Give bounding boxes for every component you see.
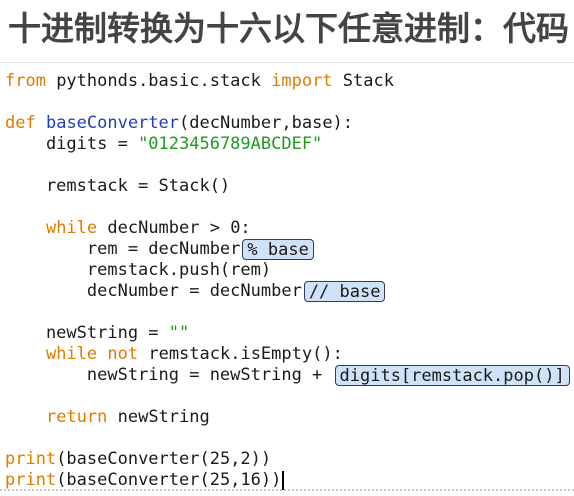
code-line-2: def baseConverter(decNumber,base): (5, 113, 353, 134)
keyword-while: while (45, 344, 98, 364)
code-line-3: digits = "0123456789ABCDEF" (5, 134, 322, 155)
code-text: Stack (332, 71, 394, 91)
code-text: newString (107, 407, 210, 427)
text-cursor (282, 470, 285, 490)
slide-title: 十进制转换为十六以下任意进制：代码 (8, 9, 569, 48)
code-text: decNumber = decNumber (5, 281, 302, 301)
code-line-5: while decNumber > 0: (5, 218, 251, 239)
code-text: decNumber > 0: (97, 218, 251, 238)
code-text: newString = (5, 323, 169, 343)
string-literal: "0123456789ABCDEF" (138, 134, 323, 154)
highlight-modulo[interactable]: % base (242, 239, 314, 260)
function-name: baseConverter (45, 113, 180, 133)
code-line-6: rem = decNumber% base (5, 239, 314, 260)
code-text: pythonds.basic.stack (45, 71, 272, 91)
code-text: (decNumber,base): (179, 113, 354, 133)
code-line-4: remstack = Stack() (5, 176, 230, 197)
divider (0, 489, 574, 491)
builtin-print: print (5, 449, 57, 469)
keyword-def: def (5, 113, 36, 133)
keyword-import: import (271, 71, 333, 91)
code-text: newString = newString + (5, 365, 333, 385)
string-literal: "" (168, 323, 190, 343)
code-line-12: return newString (5, 407, 210, 428)
builtin-print: print (5, 470, 57, 490)
code-line-13: print(baseConverter(25,2)) (5, 449, 271, 470)
keyword-while: while (45, 218, 98, 238)
highlight-floor-divide[interactable]: // base (303, 281, 386, 302)
code-text: remstack.push(rem) (5, 260, 272, 280)
code-line-14: print(baseConverter(25,16)) (5, 470, 285, 491)
keyword-from: from (5, 71, 46, 91)
code-editor[interactable]: from pythonds.basic.stack import Stack d… (0, 62, 574, 491)
code-line-8: decNumber = decNumber// base (5, 281, 386, 302)
code-line-11: newString = newString + digits[remstack.… (5, 365, 570, 386)
code-text: digits = (5, 134, 139, 154)
highlight-digits-lookup[interactable]: digits[remstack.pop()] (334, 365, 570, 386)
code-text: remstack.isEmpty(): (138, 344, 343, 364)
code-line-1: from pythonds.basic.stack import Stack (5, 71, 394, 92)
code-line-7: remstack.push(rem) (5, 260, 271, 281)
keyword-not: not (107, 344, 139, 364)
keyword-return: return (45, 407, 108, 427)
code-line-9: newString = "" (5, 323, 189, 344)
code-text: (baseConverter(25,2)) (56, 449, 272, 469)
code-text: (baseConverter(25,16)) (56, 470, 282, 490)
code-text: remstack = Stack() (5, 176, 231, 196)
code-text: rem = decNumber (5, 239, 241, 259)
code-line-10: while not remstack.isEmpty(): (5, 344, 343, 365)
